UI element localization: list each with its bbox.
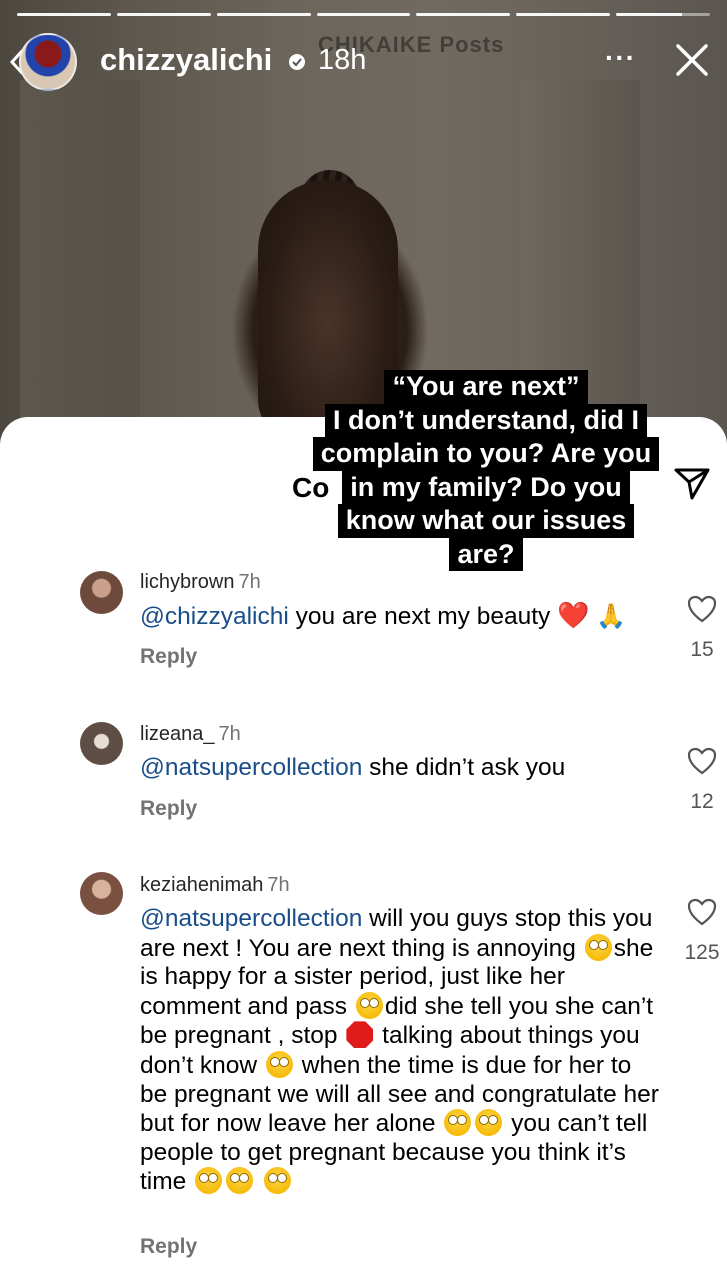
more-options-icon[interactable]: ···: [605, 42, 636, 74]
avatar[interactable]: [80, 722, 123, 765]
caption-line: are?: [449, 537, 523, 571]
avatar[interactable]: [80, 872, 123, 915]
progress-segment: [416, 13, 511, 16]
mention-link[interactable]: @chizzyalichi: [140, 603, 289, 630]
heart-emoji: ❤️: [557, 600, 590, 630]
comment-username[interactable]: keziahenimah 7h: [140, 873, 290, 897]
story-username[interactable]: chizzyalichi: [100, 43, 272, 77]
comment-username[interactable]: lizeana_ 7h: [140, 722, 241, 746]
close-icon[interactable]: [674, 42, 710, 78]
comment-text: @chizzyalichi you are next my beauty ❤️ …: [140, 600, 627, 630]
share-send-icon[interactable]: [672, 462, 712, 502]
comment-username[interactable]: lichybrown 7h: [140, 570, 261, 594]
pray-emoji: 🙏: [596, 603, 627, 630]
reply-button[interactable]: Reply: [140, 645, 197, 669]
progress-segment: [216, 13, 311, 16]
eye-roll-emoji: [226, 1167, 254, 1195]
caption-line: “You are next”: [384, 370, 588, 404]
eye-roll-emoji: [263, 1167, 291, 1195]
eye-roll-emoji: [355, 991, 383, 1019]
like-count: 12: [690, 790, 714, 813]
progress-segment-current: [616, 13, 711, 16]
progress-segment: [316, 13, 411, 16]
caption-line: in my family? Do you: [342, 470, 630, 504]
story-time: 18h: [318, 44, 367, 76]
story-header: chizzyalichi 18h ···: [0, 30, 727, 92]
avatar[interactable]: [80, 571, 123, 614]
eye-roll-emoji: [444, 1109, 472, 1137]
progress-segment: [116, 13, 211, 16]
reply-button[interactable]: Reply: [140, 1235, 197, 1259]
comment-text: @natsupercollection she didn’t ask you: [140, 754, 566, 781]
stop-sign-emoji: [346, 1021, 374, 1049]
comment-text: @natsupercollection will you guys stop t…: [140, 905, 659, 1196]
reply-button[interactable]: Reply: [140, 797, 197, 821]
eye-roll-emoji: [195, 1167, 223, 1195]
eye-roll-emoji: [475, 1109, 503, 1137]
mention-link[interactable]: @natsupercollection: [140, 905, 362, 932]
curtain-left: [20, 80, 140, 470]
story-caption: “You are next” I don’t understand, did I…: [300, 370, 672, 571]
like-heart-icon[interactable]: [687, 747, 717, 775]
like-heart-icon[interactable]: [687, 595, 717, 623]
progress-segment: [17, 13, 111, 16]
verified-badge-icon: [289, 54, 305, 70]
caption-line: know what our issues: [337, 504, 635, 538]
caption-line: I don’t understand, did I: [325, 403, 647, 437]
like-count: 125: [684, 941, 720, 964]
eye-roll-emoji: [265, 1050, 293, 1078]
like-count: 15: [690, 638, 714, 661]
like-heart-icon[interactable]: [687, 898, 717, 926]
caption-line: complain to you? Are you: [312, 437, 660, 471]
avatar[interactable]: [19, 33, 77, 91]
story-progress: [17, 13, 711, 16]
progress-segment: [516, 13, 611, 16]
mention-link[interactable]: @natsupercollection: [140, 754, 362, 781]
eye-roll-emoji: [584, 933, 612, 961]
